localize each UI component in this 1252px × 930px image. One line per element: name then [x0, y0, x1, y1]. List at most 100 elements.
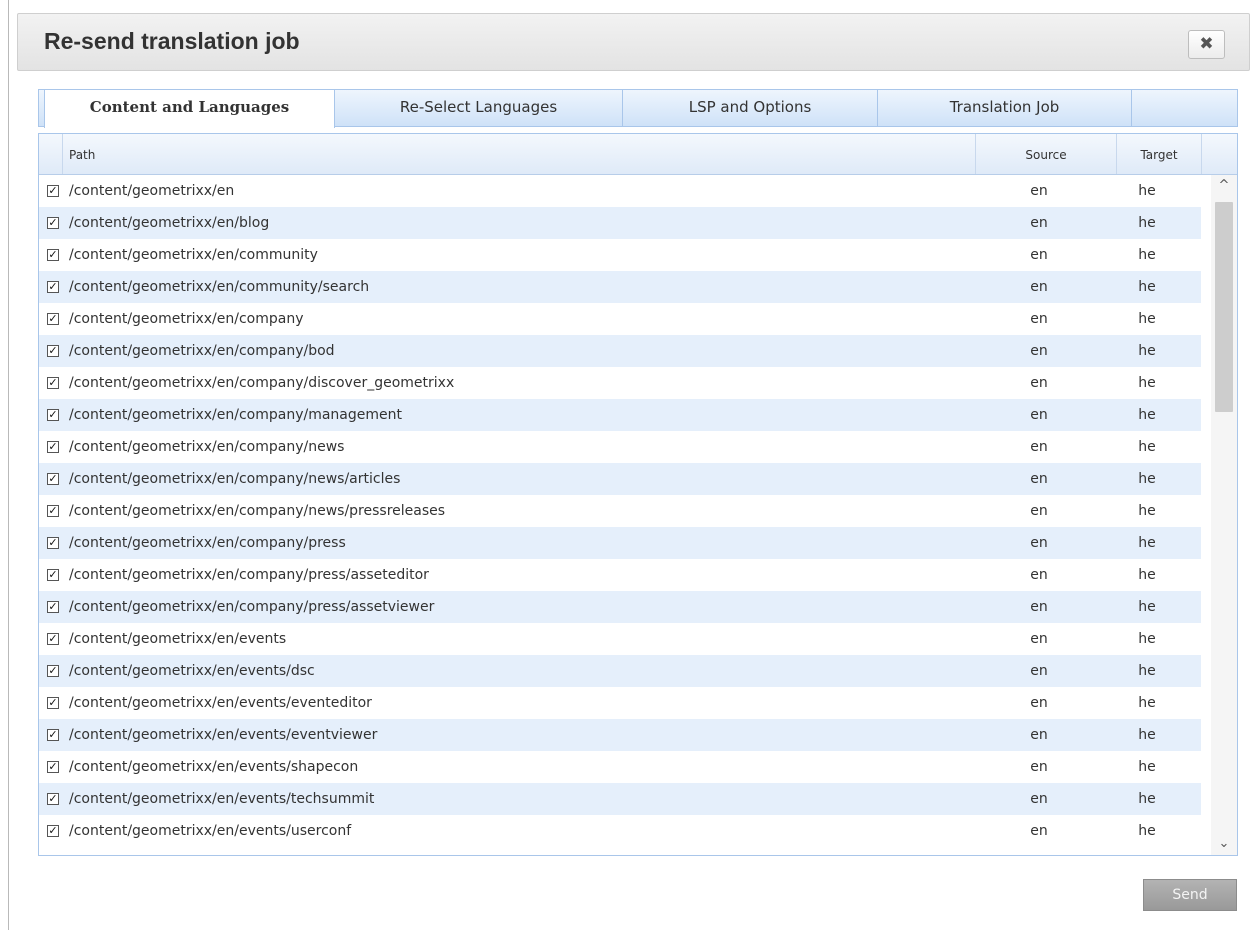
dialog-titlebar: Re-send translation job ✖	[17, 13, 1250, 71]
row-path: /content/geometrixx/en/events/shapecon	[69, 759, 359, 775]
table-row[interactable]: ✓ /content/geometrixx/en/events/shapecon e…	[39, 751, 1201, 783]
row-source-language: en	[1030, 279, 1048, 295]
row-checkbox[interactable]: ✓	[47, 697, 59, 709]
row-path: /content/geometrixx/en	[69, 183, 235, 199]
row-target-language: he	[1138, 759, 1156, 775]
row-checkbox[interactable]: ✓	[47, 825, 59, 837]
resend-translation-dialog: Re-send translation job ✖ Content and La…	[8, 0, 1252, 930]
row-source-language: en	[1030, 375, 1048, 391]
row-source-language: en	[1030, 631, 1048, 647]
row-target-language: he	[1138, 471, 1156, 487]
row-source-language: en	[1030, 407, 1048, 423]
table-row[interactable]: ✓ /content/geometrixx/en/company/manageme…	[39, 399, 1201, 431]
tab-re-select-languages[interactable]: Re-Select Languages	[335, 90, 623, 127]
row-source-language: en	[1030, 503, 1048, 519]
table-row[interactable]: ✓ /content/geometrixx/en/company/press/as…	[39, 559, 1201, 591]
row-path: /content/geometrixx/en/blog	[69, 215, 270, 231]
tab-bar: Content and Languages Re-Select Language…	[38, 89, 1238, 128]
row-path: /content/geometrixx/en/community	[69, 247, 318, 263]
row-source-language: en	[1030, 759, 1048, 775]
tab-translation-job[interactable]: Translation Job	[878, 90, 1132, 127]
row-target-language: he	[1138, 567, 1156, 583]
source-column-header[interactable]: Source	[976, 134, 1117, 174]
table-row[interactable]: ✓ /content/geometrixx/en/events/dsc en he	[39, 655, 1201, 687]
row-checkbox[interactable]: ✓	[47, 377, 59, 389]
table-row[interactable]: ✓ /content/geometrixx/en/events/eventview…	[39, 719, 1201, 751]
row-source-language: en	[1030, 183, 1048, 199]
row-target-language: he	[1138, 727, 1156, 743]
row-path: /content/geometrixx/en/company/managemen…	[69, 407, 402, 423]
close-button[interactable]: ✖	[1188, 30, 1225, 59]
row-checkbox[interactable]: ✓	[47, 281, 59, 293]
table-row[interactable]: ✓ /content/geometrixx/en/company en he	[39, 303, 1201, 335]
row-path: /content/geometrixx/en/events/eventedito…	[69, 695, 372, 711]
table-row[interactable]: ✓ /content/geometrixx/en en he	[39, 175, 1201, 207]
row-target-language: he	[1138, 247, 1156, 263]
row-checkbox[interactable]: ✓	[47, 793, 59, 805]
row-source-language: en	[1030, 535, 1048, 551]
table-row[interactable]: ✓ /content/geometrixx/en/events/techsummi…	[39, 783, 1201, 815]
row-checkbox[interactable]: ✓	[47, 505, 59, 517]
table-row[interactable]: ✓ /content/geometrixx/en/company/news/pre…	[39, 495, 1201, 527]
row-checkbox[interactable]: ✓	[47, 537, 59, 549]
send-button[interactable]: Send	[1143, 879, 1237, 911]
row-checkbox[interactable]: ✓	[47, 409, 59, 421]
row-source-language: en	[1030, 567, 1048, 583]
table-row[interactable]: ✓ /content/geometrixx/en/events/eventedit…	[39, 687, 1201, 719]
row-checkbox[interactable]: ✓	[47, 249, 59, 261]
table-row[interactable]: ✓ /content/geometrixx/en/events en he	[39, 623, 1201, 655]
row-path: /content/geometrixx/en/company	[69, 311, 304, 327]
row-checkbox[interactable]: ✓	[47, 345, 59, 357]
row-target-language: he	[1138, 631, 1156, 647]
table-row[interactable]: ✓ /content/geometrixx/en/company/press en h…	[39, 527, 1201, 559]
target-column-header[interactable]: Target	[1117, 134, 1202, 174]
scroll-thumb[interactable]	[1215, 202, 1233, 412]
row-checkbox[interactable]: ✓	[47, 729, 59, 741]
row-checkbox[interactable]: ✓	[47, 569, 59, 581]
table-row[interactable]: ✓ /content/geometrixx/en/company/news en he	[39, 431, 1201, 463]
row-source-language: en	[1030, 823, 1048, 839]
row-checkbox[interactable]: ✓	[47, 665, 59, 677]
row-path: /content/geometrixx/en/company/news/arti…	[69, 471, 401, 487]
row-source-language: en	[1030, 247, 1048, 263]
grid-rows: ✓ /content/geometrixx/en en he ✓ /content/geo…	[39, 175, 1201, 855]
row-checkbox[interactable]: ✓	[47, 761, 59, 773]
table-row[interactable]: ✓ /content/geometrixx/en/company/bod en he	[39, 335, 1201, 367]
row-checkbox[interactable]: ✓	[47, 633, 59, 645]
scroll-down-icon[interactable]: ⌄	[1211, 833, 1237, 855]
checkbox-column-header	[39, 134, 63, 174]
row-path: /content/geometrixx/en/events	[69, 631, 287, 647]
tab-content-and-languages[interactable]: Content and Languages	[44, 90, 335, 128]
grid-scrollbar[interactable]: ^ ⌄	[1211, 175, 1237, 855]
row-target-language: he	[1138, 663, 1156, 679]
row-checkbox[interactable]: ✓	[47, 441, 59, 453]
row-source-language: en	[1030, 311, 1048, 327]
row-target-language: he	[1138, 311, 1156, 327]
row-checkbox[interactable]: ✓	[47, 313, 59, 325]
row-target-language: he	[1138, 375, 1156, 391]
grid-header: Path Source Target	[39, 134, 1237, 175]
path-column-header[interactable]: Path	[63, 134, 976, 174]
table-row[interactable]: ✓ /content/geometrixx/en/events/userconf e…	[39, 815, 1201, 847]
row-checkbox[interactable]: ✓	[47, 601, 59, 613]
table-row[interactable]: ✓ /content/geometrixx/en/company/news/art…	[39, 463, 1201, 495]
row-path: /content/geometrixx/en/community/search	[69, 279, 370, 295]
scroll-up-icon[interactable]: ^	[1211, 175, 1237, 197]
table-row[interactable]: ✓ /content/geometrixx/en/community en he	[39, 239, 1201, 271]
row-target-language: he	[1138, 343, 1156, 359]
row-target-language: he	[1138, 407, 1156, 423]
table-row[interactable]: ✓ /content/geometrixx/en/community/search…	[39, 271, 1201, 303]
table-row[interactable]: ✓ /content/geometrixx/en/company/discover…	[39, 367, 1201, 399]
row-source-language: en	[1030, 727, 1048, 743]
row-path: /content/geometrixx/en/company/press	[69, 535, 346, 551]
row-target-language: he	[1138, 439, 1156, 455]
row-checkbox[interactable]: ✓	[47, 473, 59, 485]
row-target-language: he	[1138, 695, 1156, 711]
tab-lsp-and-options[interactable]: LSP and Options	[623, 90, 878, 127]
row-checkbox[interactable]: ✓	[47, 185, 59, 197]
row-checkbox[interactable]: ✓	[47, 217, 59, 229]
row-path: /content/geometrixx/en/company/press/ass…	[69, 599, 435, 615]
table-row[interactable]: ✓ /content/geometrixx/en/company/press/as…	[39, 591, 1201, 623]
row-path: /content/geometrixx/en/events/userconf	[69, 823, 352, 839]
table-row[interactable]: ✓ /content/geometrixx/en/blog en he	[39, 207, 1201, 239]
